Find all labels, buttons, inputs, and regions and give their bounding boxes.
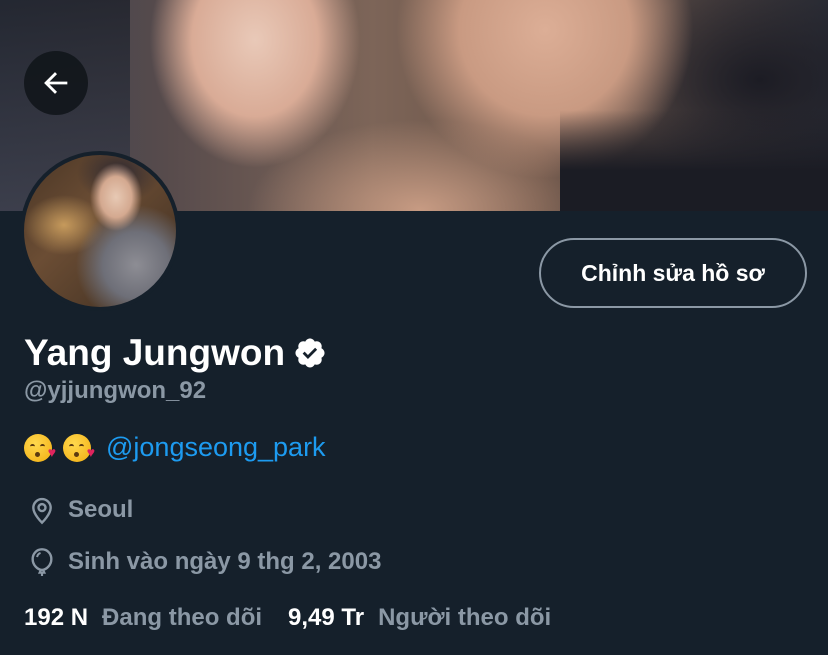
profile-location: Seoul <box>26 494 133 526</box>
edit-profile-button[interactable]: Chỉnh sửa hồ sơ <box>539 238 807 308</box>
profile-bio: ♥ ♥ @jongseong_park <box>24 432 326 463</box>
kiss-emoji-icon: ♥ <box>24 433 56 462</box>
profile-stats: 192 N Đang theo dõi 9,49 Tr Người theo d… <box>24 604 551 632</box>
profile-birthday: Sinh vào ngày 9 thg 2, 2003 <box>26 546 381 578</box>
followers-link[interactable]: Người theo dõi <box>378 604 551 632</box>
birthday-text: Sinh vào ngày 9 thg 2, 2003 <box>68 548 382 575</box>
avatar[interactable] <box>20 151 180 311</box>
verified-badge-icon <box>295 338 325 368</box>
kiss-emoji-icon: ♥ <box>63 433 95 462</box>
back-button[interactable] <box>24 51 88 115</box>
following-count[interactable]: 192 N <box>24 604 88 632</box>
profile-name-row: Yang Jungwon <box>24 330 327 376</box>
display-name: Yang Jungwon <box>24 332 286 373</box>
profile-handle: @yjjungwon_92 <box>24 377 207 404</box>
banner-shadow <box>560 110 828 211</box>
following-link[interactable]: Đang theo dõi <box>102 604 262 632</box>
arrow-left-icon <box>44 72 68 94</box>
balloon-icon <box>31 548 53 576</box>
location-text: Seoul <box>68 496 134 523</box>
bio-mention-link[interactable]: @jongseong_park <box>106 432 326 463</box>
location-pin-icon <box>32 497 52 525</box>
followers-count[interactable]: 9,49 Tr <box>288 604 364 632</box>
